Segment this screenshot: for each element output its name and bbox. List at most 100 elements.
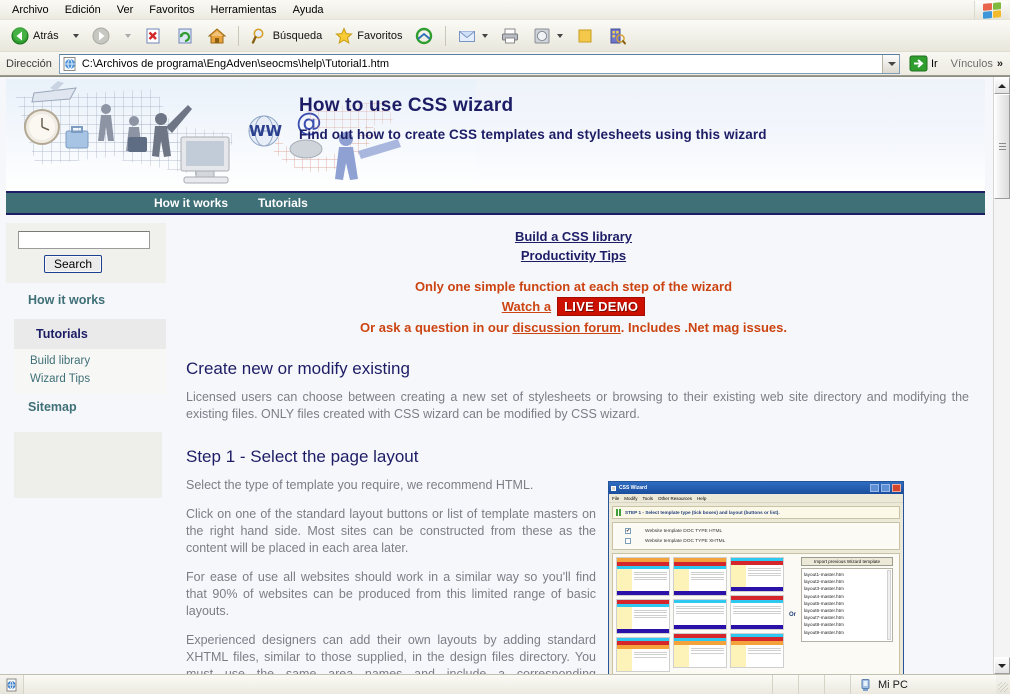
step1-columns: Select the type of template you require,… [178,477,969,674]
sidebar-link-build-library[interactable]: Build library [14,352,166,370]
menu-bar: Archivo Edición Ver Favoritos Herramient… [0,0,1010,20]
menu-ayuda[interactable]: Ayuda [285,2,332,18]
sidebar-item-tutorials[interactable]: Tutorials [14,319,166,349]
forward-dropdown[interactable] [117,30,137,42]
sidebar-item-sitemap[interactable]: Sitemap [6,394,166,422]
layout-thumb [730,557,784,592]
search-button[interactable]: Búsqueda [244,22,329,50]
history-button[interactable] [408,22,440,50]
document-icon [5,678,19,692]
paragraph-experienced-designers: Experienced designers can add their own … [186,633,596,674]
master-template-list: layout1-master.htm layout2-master.htm la… [801,568,894,642]
site-search-button[interactable]: Search [44,255,103,273]
master-item: layout6-master.htm [804,608,844,614]
edit-button[interactable] [526,22,569,50]
status-cell-3 [825,675,851,694]
menu-herramientas[interactable]: Herramientas [203,2,285,18]
wizard-menu-other-resources: Other Resources [658,495,693,501]
menu-edicion[interactable]: Edición [57,2,109,18]
menu-ver[interactable]: Ver [109,2,142,18]
banner-subtitle: Find out how to create CSS templates and… [299,127,767,142]
notes-button[interactable] [569,22,601,50]
css-wizard-window-image: CSS Wizard File Modify Tools Other Resou… [608,481,904,674]
address-input-wrapper[interactable] [58,53,900,74]
back-button[interactable]: Atrás [4,22,65,50]
promo-line-3-suffix: . Includes .Net mag issues. [620,320,787,335]
master-item: layout2-master.htm [804,579,844,585]
wizard-menu-file: File [612,495,620,501]
address-bar: Dirección Ir Vínculos » [0,52,1010,76]
import-template-button: Import previous Wizard template [801,557,894,566]
search-panel: Search [6,223,166,283]
scroll-down-button[interactable] [994,657,1010,674]
close-icon [892,484,901,492]
print-button[interactable] [494,22,526,50]
status-cell-2 [799,675,825,694]
search-label: Búsqueda [272,29,323,42]
forward-button[interactable] [85,22,117,50]
back-dropdown[interactable] [65,30,85,42]
wizard-menubar: File Modify Tools Other Resources Help [609,494,903,503]
search-icon [250,26,270,46]
address-input[interactable] [79,55,882,72]
edit-icon [532,26,552,46]
wizard-import-panel: Import previous Wizard template layout1-… [801,557,894,672]
menu-favoritos[interactable]: Favoritos [141,2,202,18]
paragraph-select-type: Select the type of template you require,… [186,478,534,492]
home-button[interactable] [201,22,233,50]
go-button[interactable]: Ir [904,53,943,74]
scroll-thumb[interactable] [994,94,1010,199]
layout-thumb [616,599,670,634]
page-viewport: WW @ How to use CSS wizard Find out how … [0,76,1010,674]
stop-button[interactable] [137,22,169,50]
toolbar-separator-1 [237,25,239,46]
links-label: Vínculos [950,57,993,70]
discussion-forum-link[interactable]: discussion forum [512,320,620,335]
site-nav: How it works Tutorials [6,191,985,215]
wizard-layout-grid: Or Import previous Wizard template layou… [612,553,900,674]
nav-how-it-works[interactable]: How it works [154,196,228,210]
layout-thumb [616,557,670,596]
link-build-css-library[interactable]: Build a CSS library [178,227,969,246]
menu-archivo[interactable]: Archivo [4,2,57,18]
layout-thumb [673,633,727,668]
computer-icon [859,678,873,692]
messenger-button[interactable] [601,22,633,50]
ie-browser-window: Archivo Edición Ver Favoritos Herramient… [0,0,1010,694]
layout-thumb [673,557,727,596]
refresh-button[interactable] [169,22,201,50]
paragraph-click-layout: Click on one of the standard layout butt… [186,507,596,555]
address-dropdown-button[interactable] [881,54,899,73]
wizard-step-banner: STEP 1 - Select template type (tick boxe… [612,506,900,519]
resize-grip[interactable] [996,675,1010,694]
scroll-up-button[interactable] [994,77,1010,94]
page-scrollbar-vertical[interactable] [993,77,1010,674]
promo-line-1: Only one simple function at each step of… [414,279,733,294]
sidebar-item-how-it-works[interactable]: How it works [6,283,166,315]
link-productivity-tips[interactable]: Productivity Tips [178,246,969,265]
website-root: WW @ How to use CSS wizard Find out how … [6,79,985,674]
wizard-menu-modify: Modify [624,495,638,501]
master-item: layout3-master.htm [804,586,844,592]
messenger-icon [607,26,627,46]
mail-button[interactable] [451,22,494,50]
sidebar-link-wizard-tips[interactable]: Wizard Tips [14,370,166,388]
live-demo-badge[interactable]: LIVE DEMO [557,297,646,316]
links-button[interactable]: Vínculos » [947,58,1007,70]
watch-a-link[interactable]: Watch a [502,299,551,314]
promo-line-3-prefix: Or ask a question in our [360,320,513,335]
wizard-menu-help: Help [697,495,707,501]
sidebar-sublinks: Build library Wizard Tips [14,349,166,394]
or-label: Or [789,611,797,618]
nav-tutorials[interactable]: Tutorials [258,196,308,210]
status-bar: Mi PC [0,674,1010,694]
scroll-track[interactable] [994,94,1010,657]
master-item: layout5-master.htm [804,600,844,606]
master-item: layout8-master.htm [804,622,844,628]
arrow-up-icon [998,83,1006,88]
site-search-input[interactable] [18,231,150,249]
address-label: Dirección [6,57,52,70]
favorites-button[interactable]: Favoritos [328,22,408,50]
status-zone: Mi PC [851,675,996,694]
checkbox-html-label: Website template DOC TYPE HTML [645,528,723,534]
